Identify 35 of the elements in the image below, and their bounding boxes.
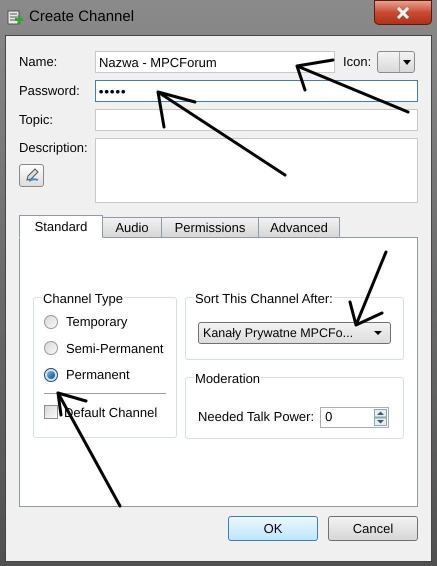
radio-label: Semi-Permanent — [66, 340, 164, 358]
checkbox[interactable] — [44, 405, 58, 420]
radio-button[interactable] — [44, 368, 58, 382]
field-label: Topic: — [19, 111, 54, 130]
field-label: Name: — [19, 53, 58, 72]
text-field[interactable]: Nazwa - MPCForum — [95, 51, 335, 73]
close-button[interactable] — [374, 0, 432, 25]
tab[interactable]: Advanced — [258, 217, 340, 238]
radio-label: Temporary — [66, 313, 128, 331]
caret-icon — [403, 60, 412, 64]
edit-description-button[interactable] — [19, 164, 44, 186]
sort-dropdown[interactable]: Kanały Prywatne MPCFo... — [198, 322, 391, 344]
tab[interactable]: Permissions — [161, 217, 259, 238]
radio-label: Permanent — [66, 366, 130, 384]
tab[interactable]: Audio — [102, 217, 162, 238]
field-label: Password: — [19, 82, 81, 100]
tab[interactable]: Standard — [19, 215, 103, 238]
field-label: Needed Talk Power: — [198, 408, 314, 426]
close-icon — [396, 6, 410, 18]
talk-power-spinner[interactable]: 0 — [320, 406, 390, 428]
radio-button[interactable] — [44, 314, 58, 329]
pen-icon — [24, 167, 40, 183]
text-field[interactable] — [94, 109, 418, 131]
icon-dropdown[interactable] — [377, 51, 416, 73]
radio-button[interactable] — [44, 341, 58, 356]
caret-icon — [374, 331, 382, 335]
window-title: Create Channel — [29, 7, 134, 28]
field-label: Icon: — [343, 53, 372, 72]
cancel-button[interactable]: Cancel — [328, 516, 418, 541]
ok-button[interactable]: OK — [228, 516, 318, 541]
spinner-arrows-icon — [374, 408, 388, 426]
description-field[interactable] — [94, 138, 418, 203]
field-label: Description: — [19, 139, 89, 157]
password-field[interactable]: ••••• — [94, 80, 418, 102]
channel-add-icon — [7, 10, 23, 26]
